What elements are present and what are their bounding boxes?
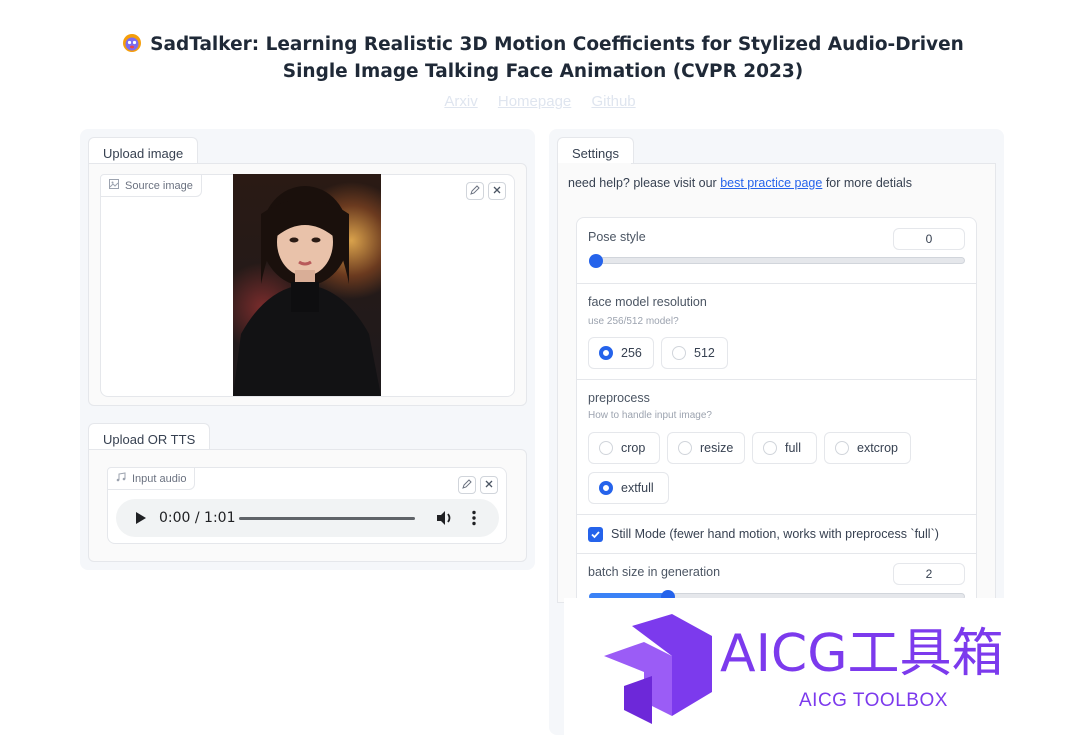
tab-settings-label: Settings [572, 146, 619, 161]
clear-image-button[interactable] [488, 182, 506, 200]
pose-style-input[interactable]: 0 [893, 228, 965, 250]
face-model-label: face model resolution [588, 295, 707, 309]
radio-dot [672, 346, 686, 360]
source-image-label-chip: Source image [100, 174, 202, 197]
radio-dot [599, 481, 613, 495]
pencil-icon [470, 182, 480, 200]
radio-full[interactable]: full [752, 432, 817, 464]
radio-extcrop[interactable]: extcrop [824, 432, 911, 464]
more-options-icon[interactable] [471, 510, 477, 531]
batch-size-label: batch size in generation [588, 565, 721, 579]
radio-extfull-label: extfull [621, 481, 654, 495]
audio-player: 0:00 / 1:01 [116, 499, 499, 537]
tab-upload-image-label: Upload image [103, 146, 184, 161]
radio-crop[interactable]: crop [588, 432, 660, 464]
pose-style-slider-thumb[interactable] [589, 254, 603, 268]
pose-style-section: Pose style 0 [577, 218, 976, 284]
source-image-label: Source image [125, 179, 193, 192]
edit-audio-button[interactable] [458, 476, 476, 494]
page-title-text: SadTalker: Learning Realistic 3D Motion … [150, 34, 964, 82]
batch-size-section: batch size in generation 2 [577, 554, 976, 601]
tab-upload-or-tts-label: Upload OR TTS [103, 432, 196, 447]
audio-seek-bar[interactable] [239, 517, 415, 520]
arxiv-link[interactable]: Arxiv [444, 93, 477, 110]
watermark-subtitle: AICG TOOLBOX [799, 690, 948, 711]
help-prefix: need help? please visit our [568, 176, 721, 190]
radio-512[interactable]: 512 [661, 337, 728, 369]
input-audio-label: Input audio [132, 472, 187, 485]
homepage-link[interactable]: Homepage [498, 93, 571, 110]
image-icon [109, 179, 119, 192]
radio-extfull[interactable]: extfull [588, 472, 669, 504]
close-icon [492, 182, 502, 200]
radio-full-label: full [785, 441, 801, 455]
volume-icon[interactable] [436, 510, 454, 531]
watermark-title: AICG工具箱 [720, 624, 1004, 684]
help-suffix: for more detials [822, 176, 912, 190]
source-image-preview [233, 174, 381, 396]
still-mode-section: Still Mode (fewer hand motion, works wit… [577, 515, 976, 554]
aicg-logo-icon [604, 614, 712, 729]
radio-dot [599, 346, 613, 360]
music-note-icon [116, 472, 126, 485]
settings-form: Pose style 0 face model resolution use 2… [576, 217, 977, 602]
radio-resize[interactable]: resize [667, 432, 745, 464]
still-mode-label: Still Mode (fewer hand motion, works wit… [611, 527, 939, 541]
best-practice-link[interactable]: best practice page [720, 176, 822, 190]
batch-size-input[interactable]: 2 [893, 563, 965, 585]
input-audio-label-chip: Input audio [107, 467, 196, 490]
page-title: SadTalker: Learning Realistic 3D Motion … [90, 31, 996, 85]
radio-crop-label: crop [621, 441, 646, 455]
radio-256[interactable]: 256 [588, 337, 654, 369]
radio-resize-label: resize [700, 441, 734, 455]
github-link[interactable]: Github [591, 93, 635, 110]
pencil-icon [462, 476, 472, 494]
header-links: Arxiv Homepage Github [0, 93, 1080, 110]
radio-dot [599, 441, 613, 455]
play-icon[interactable] [135, 511, 147, 530]
face-model-section: face model resolution use 256/512 model?… [577, 284, 976, 380]
portrait-illustration [233, 186, 381, 396]
pose-style-slider[interactable] [589, 257, 965, 264]
still-mode-checkbox[interactable] [588, 527, 603, 542]
preprocess-label: preprocess [588, 391, 650, 405]
radio-256-label: 256 [621, 346, 642, 360]
help-text: need help? please visit our best practic… [568, 176, 912, 190]
close-icon [484, 476, 494, 494]
face-model-info: use 256/512 model? [588, 316, 679, 327]
radio-dot [835, 441, 849, 455]
clear-audio-button[interactable] [480, 476, 498, 494]
preprocess-section: preprocess How to handle input image? cr… [577, 380, 976, 515]
radio-dot [763, 441, 777, 455]
radio-512-label: 512 [694, 346, 715, 360]
preprocess-info: How to handle input image? [588, 410, 712, 421]
checkmark-icon [591, 531, 600, 539]
radio-dot [678, 441, 692, 455]
tab-divider [631, 163, 996, 164]
pose-style-label: Pose style [588, 230, 646, 244]
edit-image-button[interactable] [466, 182, 484, 200]
audio-time: 0:00 / 1:01 [159, 510, 236, 526]
radio-extcrop-label: extcrop [857, 441, 898, 455]
sadtalker-logo-icon [122, 33, 142, 53]
